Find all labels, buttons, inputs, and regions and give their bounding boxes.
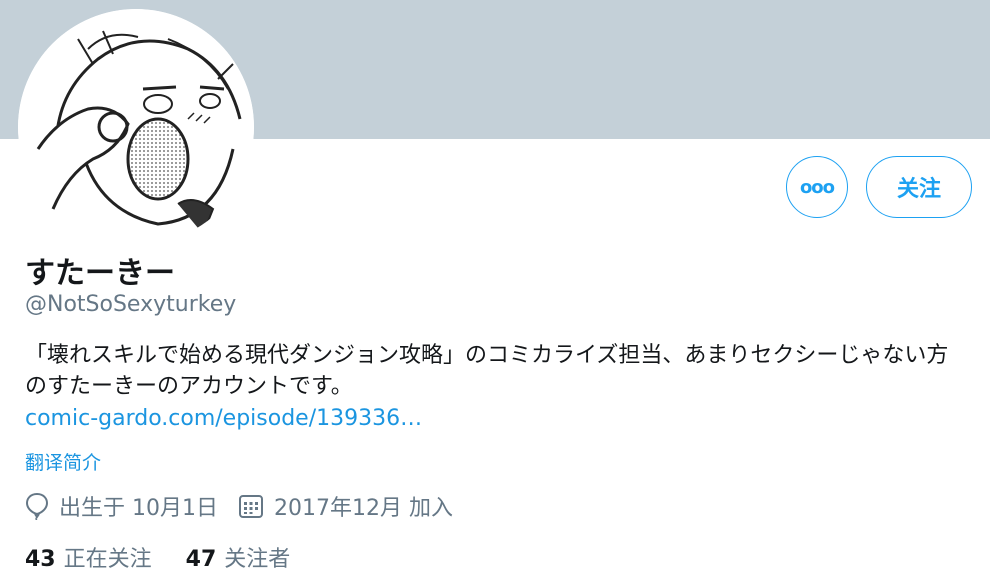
joined-item: 2017年12月 加入 [238, 490, 453, 522]
balloon-icon [25, 492, 49, 520]
profile-website-link[interactable]: comic-gardo.com/episode/139336… [25, 406, 422, 431]
follow-button-label: 关注 [896, 177, 941, 202]
followers-label: 关注者 [224, 547, 291, 572]
more-options-button[interactable]: ooo [786, 156, 848, 218]
profile-stats: 43 正在关注 47 关注者 [25, 541, 324, 573]
profile-meta: 出生于 10月1日 2017年12月 加入 [25, 490, 473, 522]
follow-button[interactable]: 关注 [866, 156, 972, 218]
avatar-illustration [18, 9, 254, 245]
profile-handle[interactable]: @NotSoSexyturkey [25, 292, 236, 317]
birthday-item: 出生于 10月1日 [25, 490, 218, 522]
birthday-text: 出生于 10月1日 [59, 496, 218, 521]
profile-display-name[interactable]: すたーきー [25, 248, 175, 292]
calendar-icon [239, 495, 263, 518]
following-stat[interactable]: 43 正在关注 [25, 541, 152, 573]
followers-stat[interactable]: 47 关注者 [186, 541, 291, 573]
followers-count: 47 [185, 547, 217, 572]
translate-bio-link[interactable]: 翻译简介 [25, 448, 101, 475]
joined-text: 2017年12月 加入 [274, 496, 453, 521]
profile-bio: 「壊れスキルで始める現代ダンジョン攻略」のコミカライズ担当、あまりセクシーじゃな… [25, 343, 949, 399]
avatar[interactable] [18, 9, 254, 245]
more-dots-icon: ooo [799, 176, 835, 198]
following-count: 43 [25, 547, 56, 572]
following-label: 正在关注 [63, 547, 152, 572]
